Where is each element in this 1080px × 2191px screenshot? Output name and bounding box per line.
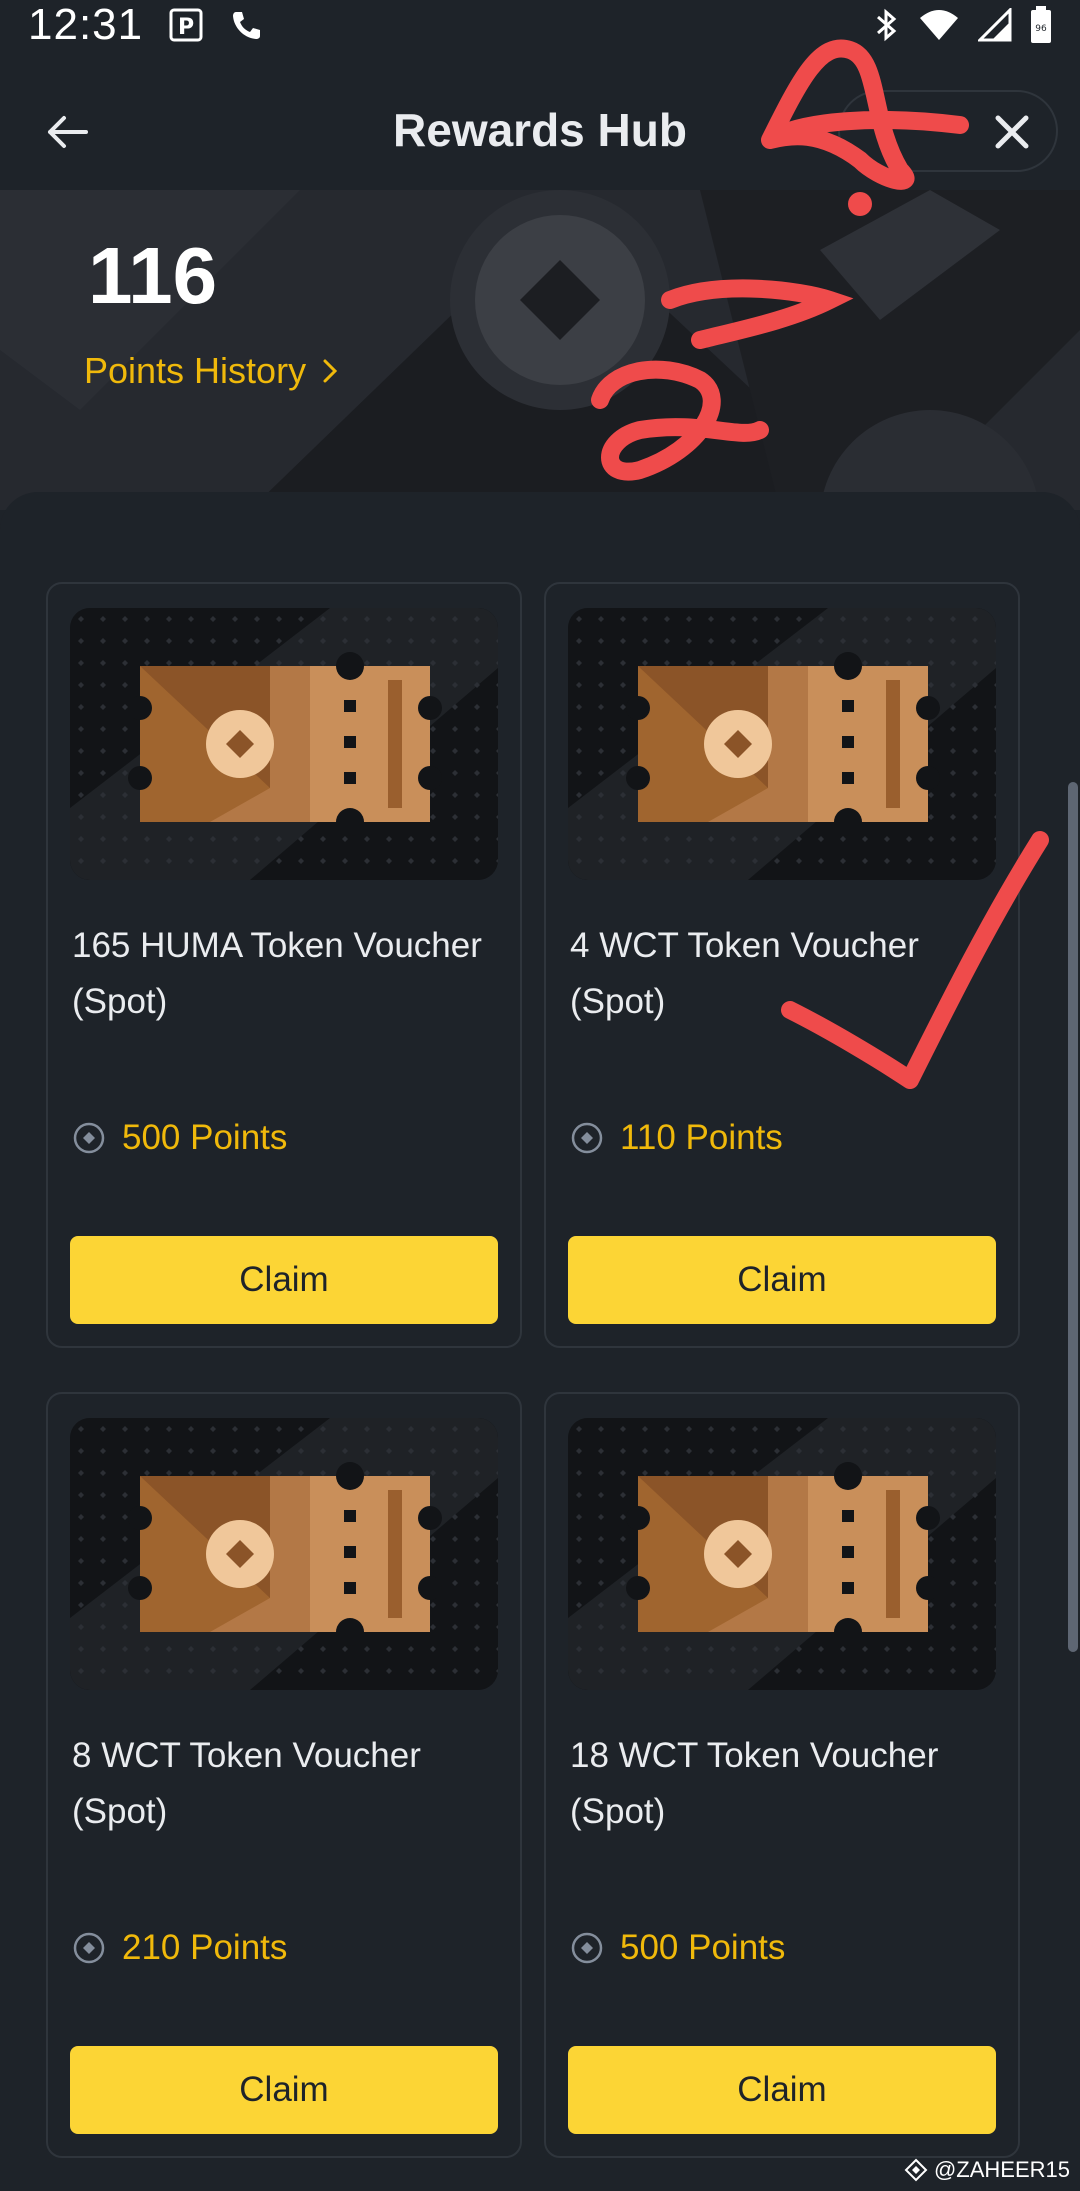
- voucher-image: [568, 608, 996, 880]
- points-coin-icon: [571, 1932, 603, 1964]
- signal-icon: [978, 8, 1012, 42]
- arrow-left-icon: [48, 116, 88, 148]
- voucher-points: 500 Points: [570, 1928, 785, 1968]
- voucher-points: 210 Points: [72, 1928, 287, 1968]
- voucher-card: 4 WCT Token Voucher (Spot) 110 Points Cl…: [544, 582, 1020, 1348]
- voucher-points: 110 Points: [570, 1118, 783, 1158]
- voucher-card: 18 WCT Token Voucher (Spot) 500 Points C…: [544, 1392, 1020, 2158]
- voucher-card: 8 WCT Token Voucher (Spot) 210 Points Cl…: [46, 1392, 522, 2158]
- watermark-text: @ZAHEER15: [933, 2157, 1070, 2182]
- page-title: Rewards Hub: [393, 104, 687, 156]
- voucher-points-text: 500 Points: [620, 1928, 786, 1967]
- voucher-card: 165 HUMA Token Voucher (Spot) 500 Points…: [46, 582, 522, 1348]
- claim-button[interactable]: Claim: [70, 1236, 498, 1324]
- status-bar: 12:31 P 96: [0, 0, 1080, 50]
- chevron-right-icon: [323, 359, 338, 383]
- phone-icon: [229, 8, 263, 42]
- scrollbar[interactable]: [1068, 782, 1078, 1652]
- voucher-points-text: 500 Points: [122, 1118, 288, 1157]
- battery-icon: 96: [1030, 6, 1052, 44]
- back-button[interactable]: [44, 108, 92, 156]
- voucher-image: [70, 608, 498, 880]
- ticket-icon: [568, 608, 996, 880]
- voucher-title: 8 WCT Token Voucher (Spot): [72, 1736, 421, 1831]
- parking-icon: P: [169, 8, 203, 42]
- points-coin-icon: [73, 1122, 105, 1154]
- points-history-label: Points History: [84, 350, 307, 391]
- voucher-title: 18 WCT Token Voucher (Spot): [570, 1736, 939, 1831]
- ticket-icon: [70, 1418, 498, 1690]
- svg-text:96: 96: [1035, 24, 1047, 34]
- close-button[interactable]: [992, 112, 1032, 152]
- points-coin-icon: [73, 1932, 105, 1964]
- voucher-title: 165 HUMA Token Voucher (Spot): [72, 926, 482, 1021]
- bluetooth-icon: [874, 7, 900, 43]
- points-balance: 116: [88, 231, 218, 320]
- claim-button[interactable]: Claim: [70, 2046, 498, 2134]
- voucher-points: 500 Points: [72, 1118, 287, 1158]
- voucher-list[interactable]: 165 HUMA Token Voucher (Spot) 500 Points…: [0, 492, 1080, 2191]
- close-icon: [995, 115, 1029, 149]
- svg-text:P: P: [178, 15, 194, 40]
- watermark: @ZAHEER15: [904, 2157, 1070, 2183]
- header: Rewards Hub: [0, 80, 1080, 180]
- voucher-points-text: 110 Points: [620, 1118, 783, 1157]
- status-time: 12:31: [28, 0, 144, 49]
- ticket-icon: [70, 608, 498, 880]
- points-banner: 116 Points History: [0, 190, 1080, 510]
- claim-button[interactable]: Claim: [568, 2046, 996, 2134]
- points-history-link[interactable]: Points History: [84, 350, 340, 392]
- points-coin-icon: [571, 1122, 603, 1154]
- diamond-logo-icon: [904, 2158, 928, 2182]
- voucher-image: [70, 1418, 498, 1690]
- claim-button[interactable]: Claim: [568, 1236, 996, 1324]
- ticket-icon: [568, 1418, 996, 1690]
- voucher-image: [568, 1418, 996, 1690]
- voucher-points-text: 210 Points: [122, 1928, 288, 1967]
- voucher-title: 4 WCT Token Voucher (Spot): [570, 926, 919, 1021]
- wifi-icon: [918, 8, 960, 42]
